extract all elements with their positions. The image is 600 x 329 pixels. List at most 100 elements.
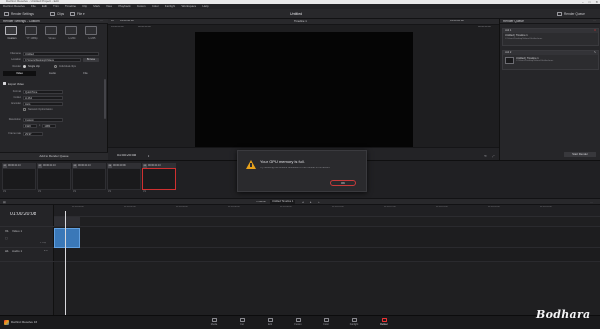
location-field[interactable]: C:\Users\Desktop\Videos (23, 57, 81, 62)
menu-item-trim[interactable]: Trim (53, 5, 59, 8)
clip-thumbnail[interactable]: 02 00:00:21:13 V1 (37, 163, 71, 196)
loop-icon[interactable]: ⟲ (484, 154, 487, 158)
menu-item-mark[interactable]: Mark (93, 5, 100, 8)
export-video-label: Export Video (8, 81, 24, 86)
timeline-track-headers: 01:00:20:08 V1 Video 1 ▢ 1 Clip A1 Audio… (0, 205, 54, 315)
next-icon[interactable]: ▸ (310, 200, 312, 204)
video-clip[interactable] (54, 228, 80, 248)
menu-item-app[interactable]: DaVinci Resolve (3, 5, 25, 8)
track-lock-icon[interactable]: ▢ (5, 236, 8, 240)
preset-h265[interactable]: H.265 (82, 26, 102, 43)
preset-vimeo[interactable]: Vimeo (42, 26, 62, 43)
filename-field[interactable]: Untitled (23, 51, 99, 56)
menu-item-fairlight[interactable]: Fairlight (165, 5, 176, 8)
menu-item-view[interactable]: View (106, 5, 112, 8)
clips-toggle[interactable]: Clips (50, 11, 64, 17)
viewer-screen[interactable] (195, 32, 413, 147)
render-mode-label: Render (12, 65, 21, 68)
individual-clips-radio[interactable] (54, 65, 57, 68)
page-media[interactable]: Media (206, 318, 222, 329)
page-edit[interactable]: Edit (262, 318, 278, 329)
volume-icon[interactable]: 🔈︎ (148, 154, 150, 158)
page-label: Fairlight (349, 323, 359, 326)
render-queue-header: Render Queue ··· (500, 19, 600, 24)
viewer-in-timecode: 01:00:00:00 (111, 26, 124, 28)
clip-preview (107, 168, 141, 190)
clip-thumbnail-selected[interactable]: 05 00:00:21:13 V1 (142, 163, 176, 196)
playhead[interactable] (65, 211, 66, 315)
start-render-button[interactable]: Start Render (564, 152, 596, 157)
render-job-1[interactable]: Job 1 ✕ Untitled | Timeline 1 C:\Users\De… (502, 28, 599, 46)
ok-button[interactable]: OK (330, 180, 356, 186)
render-settings-toggle[interactable]: Render Settings (4, 11, 34, 17)
browse-button[interactable]: Browse (83, 57, 99, 62)
timeline-select[interactable]: Untitled Timeline 1 (270, 200, 296, 204)
menu-item-workspace[interactable]: Workspace (181, 5, 196, 8)
encoder-select[interactable]: Auto (23, 101, 63, 106)
job-edit-icon[interactable]: ✎ (594, 51, 596, 55)
audio-track-lane[interactable] (54, 248, 600, 262)
resolution-size-row: 1920 × 1080 (3, 123, 103, 128)
tab-audio[interactable]: Audio (36, 71, 69, 76)
timeline-ruler[interactable]: 01:00:00:00 01:00:02:00 01:00:04:00 01:0… (54, 205, 600, 217)
job-delete-icon[interactable]: ✕ (594, 29, 596, 33)
menu-item-timeline[interactable]: Timeline (65, 5, 76, 8)
single-clip-radio[interactable] (23, 65, 26, 68)
clip-thumbnail[interactable]: 04 00:00:20:09 V1 (107, 163, 141, 196)
menu-item-playback[interactable]: Playback (118, 5, 130, 8)
timeline-toolbar: ▤ Timeline Untitled Timeline 1 ◂ ▸ + ··· (0, 198, 600, 205)
more-options-icon[interactable]: ··· (100, 19, 103, 22)
render-settings-scrollbar[interactable] (104, 79, 106, 119)
menu-item-edit[interactable]: Edit (42, 5, 47, 8)
video-track-header[interactable]: V1 Video 1 ▢ 1 Clip (0, 226, 54, 248)
render-queue-more-icon[interactable]: ··· (593, 19, 596, 22)
network-opt-checkbox[interactable] (23, 108, 26, 111)
network-opt-label: Network Optimization (28, 108, 53, 111)
menu-item-help[interactable]: Help (202, 5, 208, 8)
video-track-lane[interactable] (54, 226, 600, 248)
page-deliver[interactable]: Deliver (376, 318, 392, 329)
clip-thumbnail[interactable]: 03 00:00:21:13 V1 (72, 163, 106, 196)
menu-item-color[interactable]: Color (152, 5, 159, 8)
clip-preview (142, 168, 176, 190)
add-icon[interactable]: + (318, 200, 320, 204)
project-title: Untitled (290, 12, 303, 16)
transport-timecode: 01:00:20:08 (117, 154, 136, 157)
tab-video[interactable]: Video (3, 71, 36, 76)
preset-h264[interactable]: H.264 (62, 26, 82, 43)
tab-file[interactable]: File (69, 71, 102, 76)
page-fusion[interactable]: Fusion (290, 318, 306, 329)
framerate-select[interactable]: 29.97 (23, 131, 43, 136)
menu-item-fusion[interactable]: Fusion (137, 5, 146, 8)
format-select[interactable]: QuickTime (23, 89, 63, 94)
viewer-zoom[interactable]: Fit (111, 20, 114, 23)
menu-item-clip[interactable]: Clip (82, 5, 87, 8)
render-queue-toggle[interactable]: Render Queue (557, 11, 585, 17)
render-settings-title: Render Settings - Custom (3, 19, 40, 23)
clip-track-label: V1 (3, 190, 6, 193)
timeline-view-icon[interactable]: ▤ (3, 200, 6, 204)
resolution-height-field[interactable]: 1080 (42, 123, 57, 128)
page-fairlight[interactable]: Fairlight (346, 318, 362, 329)
page-color[interactable]: Color (318, 318, 334, 329)
timeline-options-icon[interactable]: ··· (590, 200, 593, 204)
menu-item-file[interactable]: File (31, 5, 36, 8)
resolution-width-field[interactable]: 1920 (23, 123, 37, 128)
preset-youtube[interactable]: YT 1080p (22, 26, 42, 43)
file-dropdown[interactable]: File ▾ (70, 11, 85, 17)
clip-thumbnail[interactable]: 01 00:00:21:13 V1 (2, 163, 36, 196)
fullscreen-icon[interactable]: ⤢ (492, 154, 494, 158)
viewer-duration-right: 00:00:20:09 (478, 26, 491, 28)
viewer-timeline-name[interactable]: Timeline 1 (294, 20, 307, 23)
network-opt-row: Network Optimization (3, 107, 103, 112)
ruler-tick-label: 01:00:04:00 (176, 206, 188, 208)
previous-icon[interactable]: ◂ (302, 200, 304, 204)
resolution-select[interactable]: Custom (23, 117, 63, 122)
preset-custom[interactable]: Custom (2, 26, 22, 43)
audio-track-header[interactable]: A1 Audio 1 2.0 (0, 248, 54, 262)
render-job-2[interactable]: Job 2 ✎ Untitled | Timeline 1 C:\Users\De… (502, 50, 599, 70)
export-video-checkbox[interactable] (3, 82, 6, 85)
codec-select[interactable]: H.264 (23, 95, 63, 100)
page-cut[interactable]: Cut (234, 318, 250, 329)
add-to-render-queue-button[interactable]: Add to Render Queue (0, 152, 108, 160)
